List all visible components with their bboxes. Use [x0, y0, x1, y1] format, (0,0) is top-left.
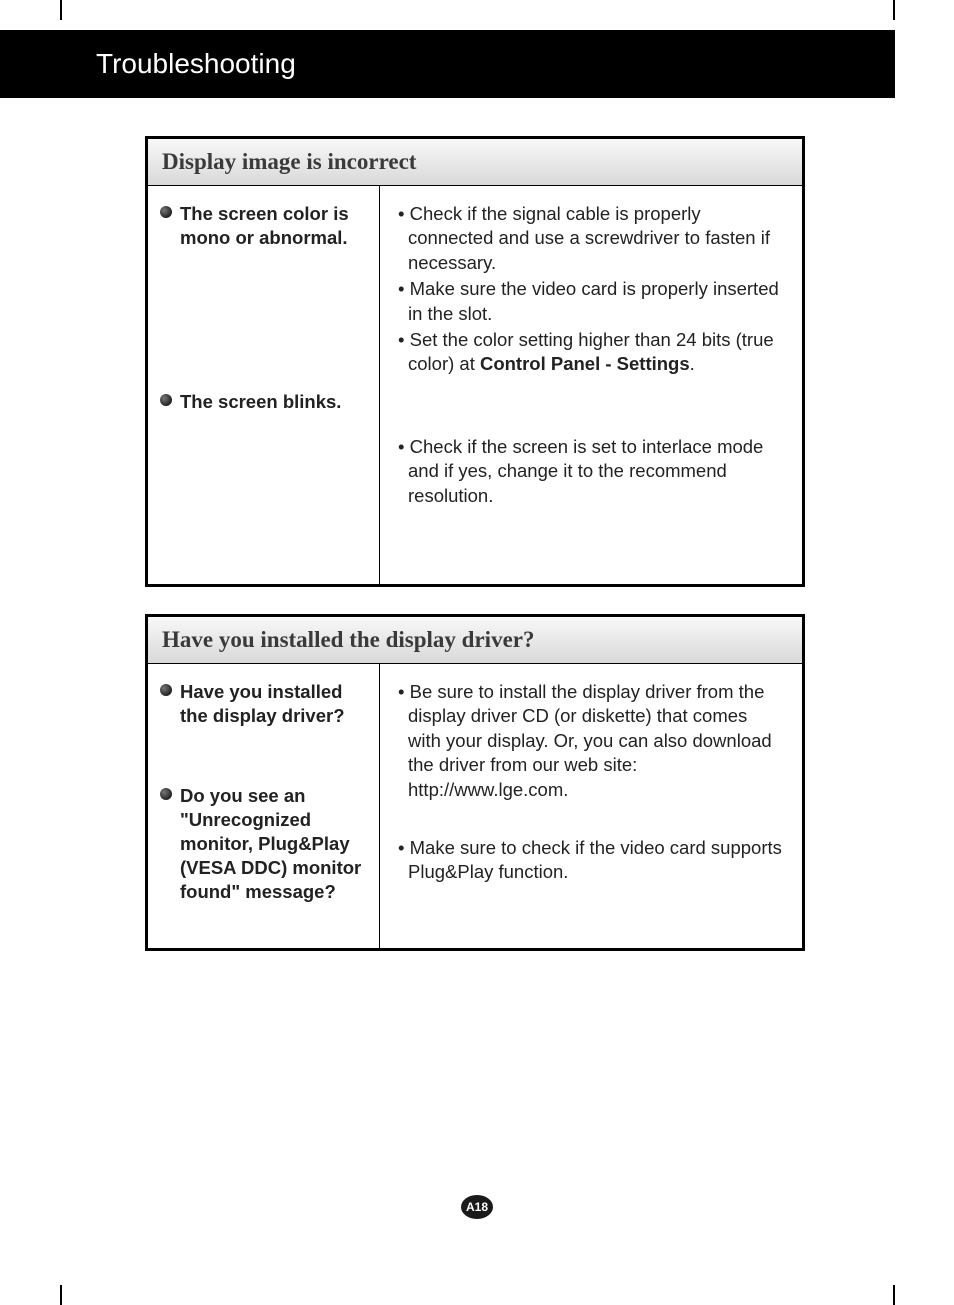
crop-mark: [60, 0, 62, 20]
bullet-icon: [160, 394, 172, 406]
problem-text: Have you installed the display driver?: [180, 680, 369, 728]
solutions-column: Check if the signal cable is properly co…: [380, 186, 802, 584]
problem-item: Do you see an "Unrecognized monitor, Plu…: [160, 784, 369, 904]
page-number-badge: A18: [461, 1195, 493, 1219]
solution-text: Set the color setting higher than 24 bit…: [390, 328, 784, 377]
bullet-icon: [160, 206, 172, 218]
section-display-driver: Have you installed the display driver? H…: [145, 614, 805, 951]
problem-text: The screen color is mono or abnormal.: [180, 202, 369, 250]
section-display-image: Display image is incorrect The screen co…: [145, 136, 805, 587]
problem-text: Do you see an "Unrecognized monitor, Plu…: [180, 784, 369, 904]
problem-item: Have you installed the display driver?: [160, 680, 369, 728]
bullet-icon: [160, 684, 172, 696]
problem-item: The screen color is mono or abnormal.: [160, 202, 369, 250]
problems-column: Have you installed the display driver? D…: [148, 664, 380, 948]
page-title: Troubleshooting: [0, 30, 895, 98]
section-header: Have you installed the display driver?: [148, 617, 802, 664]
solution-text: Check if the screen is set to interlace …: [390, 435, 784, 508]
bullet-icon: [160, 788, 172, 800]
solution-text: Make sure the video card is properly ins…: [390, 277, 784, 326]
solution-text: Check if the signal cable is properly co…: [390, 202, 784, 275]
crop-mark: [60, 1285, 62, 1305]
problems-column: The screen color is mono or abnormal. Th…: [148, 186, 380, 584]
solution-text: Be sure to install the display driver fr…: [390, 680, 784, 802]
crop-mark: [893, 0, 895, 20]
crop-mark: [893, 1285, 895, 1305]
problem-text: The screen blinks.: [180, 390, 341, 414]
problem-item: The screen blinks.: [160, 390, 369, 414]
section-header: Display image is incorrect: [148, 139, 802, 186]
solution-text: Make sure to check if the video card sup…: [390, 836, 784, 885]
solutions-column: Be sure to install the display driver fr…: [380, 664, 802, 948]
